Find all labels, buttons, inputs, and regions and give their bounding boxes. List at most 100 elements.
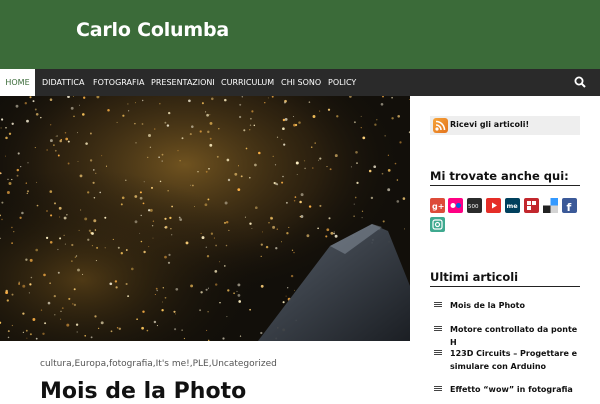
city-light-dot: [1, 218, 3, 221]
city-light-dot: [161, 153, 164, 156]
city-light-dot: [97, 327, 100, 330]
city-light-dot: [373, 165, 377, 169]
svg-text:f: f: [567, 201, 572, 213]
city-light-dot: [319, 110, 321, 112]
recent-posts-title: Ultimi articoli: [430, 270, 519, 284]
city-light-dot: [328, 217, 331, 220]
city-light-dot: [282, 127, 285, 131]
post-card: cultura,Europa,fotografia,It's me!,PLE,U…: [20, 341, 410, 404]
city-light-dot: [162, 301, 163, 303]
city-light-dot: [71, 260, 73, 262]
post-categories[interactable]: cultura,Europa,fotografia,It's me!,PLE,U…: [40, 359, 277, 369]
city-light-dot: [237, 188, 241, 192]
city-light-dot: [114, 280, 118, 283]
nav-item-home[interactable]: Home: [0, 69, 35, 96]
city-light-dot: [11, 242, 13, 244]
city-light-dot: [167, 190, 169, 192]
city-light-dot: [127, 103, 129, 105]
google-plus-icon[interactable]: g+: [430, 198, 445, 213]
city-light-dot: [67, 140, 70, 143]
city-light-dot: [164, 121, 167, 124]
city-light-dot: [239, 103, 242, 106]
nav-item-fotografia[interactable]: Fotografia: [93, 69, 144, 96]
city-light-dot: [177, 150, 179, 152]
delicious-icon[interactable]: [543, 198, 558, 213]
city-light-dot: [77, 161, 79, 162]
city-light-dot: [28, 292, 30, 294]
recent-post-link[interactable]: 123D Circuits – Progettare e simulare co…: [450, 347, 580, 373]
city-light-dot: [139, 232, 141, 234]
city-light-dot: [75, 255, 78, 257]
nav-item-presentazioni[interactable]: Presentazioni: [151, 69, 215, 96]
city-light-dot: [179, 218, 183, 221]
about-me-icon[interactable]: me: [505, 198, 520, 213]
city-light-dot: [258, 151, 261, 155]
city-light-dot: [84, 335, 86, 337]
city-light-dot: [260, 331, 263, 335]
city-light-dot: [18, 281, 20, 284]
city-light-dot: [353, 215, 355, 217]
recent-post-link[interactable]: Effetto “wow” in fotografia: [450, 383, 580, 396]
city-light-dot: [134, 220, 138, 224]
search-icon[interactable]: [574, 76, 586, 88]
city-light-dot: [5, 291, 9, 295]
city-light-dot: [326, 228, 330, 232]
list-bullet-icon: [434, 302, 442, 307]
flipboard-icon[interactable]: [524, 198, 539, 213]
city-light-dot: [54, 149, 57, 152]
site-title[interactable]: Carlo Columba: [76, 19, 229, 41]
city-light-dot: [251, 227, 253, 229]
facebook-icon[interactable]: f: [562, 198, 577, 214]
city-light-dot: [120, 203, 123, 206]
city-light-dot: [127, 110, 130, 112]
city-light-dot: [18, 282, 21, 285]
city-light-dot: [95, 172, 97, 174]
nav-item-curriculum[interactable]: Curriculum: [221, 69, 274, 96]
city-light-dot: [295, 161, 299, 165]
city-light-dot: [205, 170, 208, 173]
svg-text:me: me: [507, 202, 519, 210]
city-light-dot: [273, 182, 276, 184]
youtube-icon[interactable]: [486, 198, 501, 213]
nav-item-didattica[interactable]: Didattica: [42, 69, 84, 96]
city-light-dot: [127, 295, 130, 298]
recent-post-link[interactable]: Mois de la Photo: [450, 299, 580, 312]
nav-item-chi-sono[interactable]: Chi sono: [281, 69, 321, 96]
city-light-dot: [251, 110, 254, 113]
city-light-dot: [260, 255, 262, 258]
city-light-dot: [35, 248, 39, 252]
city-light-dot: [75, 323, 79, 326]
city-light-dot: [224, 221, 226, 224]
city-light-dot: [240, 175, 243, 178]
instagram-icon[interactable]: [430, 217, 445, 232]
city-light-dot: [222, 337, 225, 340]
city-light-dot: [142, 202, 145, 205]
post-title[interactable]: Mois de la Photo: [40, 379, 246, 404]
city-light-dot: [254, 163, 257, 167]
500px-icon[interactable]: 500: [467, 198, 482, 213]
city-light-dot: [275, 247, 278, 250]
recent-post-link[interactable]: Motore controllato da ponte H: [450, 323, 580, 349]
city-light-dot: [121, 196, 125, 200]
city-light-dot: [223, 265, 226, 267]
city-light-dot: [205, 111, 207, 113]
city-light-dot: [185, 241, 189, 245]
city-light-dot: [151, 186, 153, 189]
city-light-dot: [92, 181, 95, 184]
nav-item-policy[interactable]: Policy: [328, 69, 356, 96]
flickr-icon[interactable]: [448, 198, 463, 213]
city-light-dot: [56, 135, 58, 137]
city-light-dot: [66, 323, 70, 327]
city-light-dot: [73, 303, 77, 307]
city-light-dot: [237, 283, 241, 287]
city-light-dot: [93, 197, 96, 199]
rss-icon: [433, 118, 448, 133]
city-light-dot: [267, 97, 269, 99]
city-light-dot: [272, 155, 274, 158]
city-light-dot: [0, 127, 2, 129]
city-light-dot: [402, 197, 406, 200]
rss-subscribe[interactable]: Ricevi gli articoli!: [430, 116, 580, 135]
city-light-dot: [227, 178, 231, 182]
city-light-dot: [11, 324, 14, 327]
featured-image[interactable]: [0, 96, 410, 341]
